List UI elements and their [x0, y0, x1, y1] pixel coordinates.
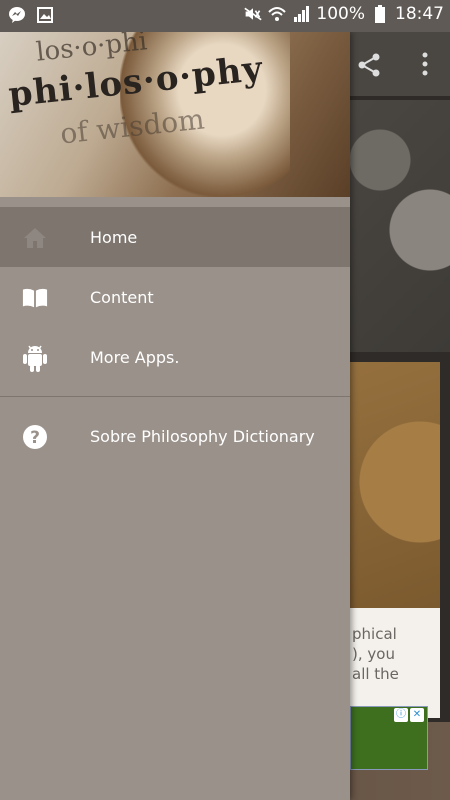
- status-bar: 100% 18:47: [0, 0, 450, 32]
- status-bar-notifications: [8, 6, 54, 24]
- drawer-header-image: los·o·phi phi·los·o·phy of wisdom: [0, 32, 350, 197]
- gallery-icon: [36, 6, 54, 24]
- ad-info-icon[interactable]: ⓘ: [394, 708, 408, 722]
- android-icon: [22, 345, 48, 372]
- drawer-menu: Home Content More Apps. ? Sobre Philosop…: [0, 207, 350, 466]
- signal-icon: [292, 5, 310, 23]
- overflow-menu-icon[interactable]: [422, 52, 428, 80]
- messenger-icon: [8, 6, 26, 24]
- home-icon: [22, 225, 48, 251]
- menu-item-content[interactable]: Content: [0, 267, 350, 327]
- book-icon: [22, 285, 48, 311]
- menu-item-label: Home: [90, 227, 138, 247]
- clock: 18:47: [395, 4, 444, 24]
- menu-item-more-apps[interactable]: More Apps.: [0, 327, 350, 387]
- menu-item-label: More Apps.: [90, 347, 180, 367]
- status-bar-system: 100% 18:47: [244, 4, 444, 24]
- share-icon[interactable]: [356, 52, 382, 82]
- ad-close-icon[interactable]: ✕: [410, 708, 424, 722]
- menu-item-label: Content: [90, 287, 154, 307]
- ad-badges: ⓘ ✕: [394, 708, 424, 722]
- menu-item-about[interactable]: ? Sobre Philosophy Dictionary: [0, 406, 350, 466]
- help-icon: ?: [22, 424, 48, 450]
- battery-icon: [371, 5, 389, 23]
- menu-item-label: Sobre Philosophy Dictionary: [90, 426, 315, 446]
- svg-text:?: ?: [30, 428, 40, 448]
- mute-icon: [244, 5, 263, 23]
- menu-divider: [0, 396, 350, 397]
- wifi-icon: [268, 5, 287, 23]
- menu-item-home[interactable]: Home: [0, 207, 350, 267]
- navigation-drawer: los·o·phi phi·los·o·phy of wisdom Home C…: [0, 32, 350, 800]
- card-description: phical ), you all the: [352, 625, 399, 683]
- battery-percent: 100%: [316, 4, 365, 24]
